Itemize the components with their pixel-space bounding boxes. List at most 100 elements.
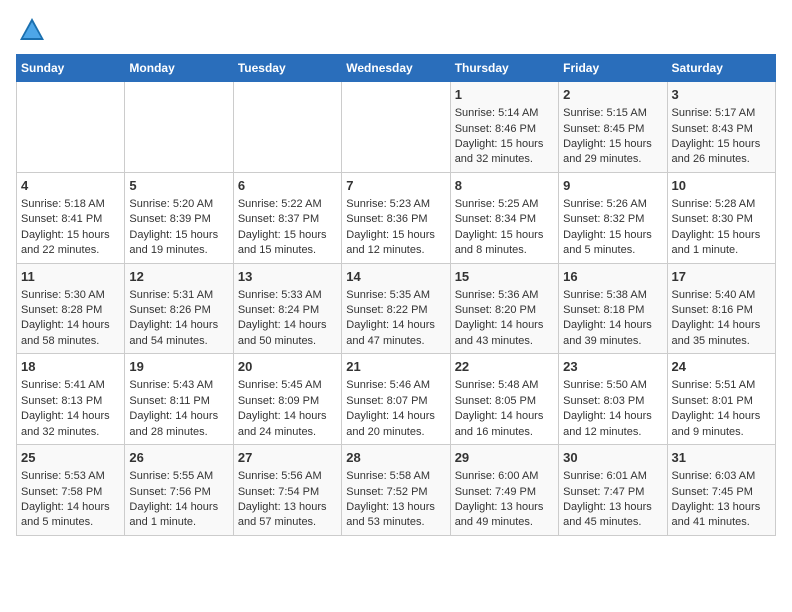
sunset-info: Sunset: 8:09 PM: [238, 394, 337, 409]
daylight-info: Daylight: 15 hours: [563, 228, 662, 243]
daylight-info: and 5 minutes.: [21, 515, 120, 530]
daylight-info: Daylight: 14 hours: [672, 409, 771, 424]
day-number: 22: [455, 358, 554, 376]
sunrise-info: Sunrise: 5:46 AM: [346, 378, 445, 393]
daylight-info: and 35 minutes.: [672, 334, 771, 349]
daylight-info: Daylight: 15 hours: [238, 228, 337, 243]
daylight-info: Daylight: 14 hours: [455, 409, 554, 424]
daylight-info: and 26 minutes.: [672, 152, 771, 167]
daylight-info: and 29 minutes.: [563, 152, 662, 167]
day-number: 14: [346, 268, 445, 286]
calendar-cell: 7Sunrise: 5:23 AMSunset: 8:36 PMDaylight…: [342, 172, 450, 263]
day-number: 23: [563, 358, 662, 376]
day-number: 17: [672, 268, 771, 286]
day-number: 13: [238, 268, 337, 286]
daylight-info: Daylight: 14 hours: [238, 409, 337, 424]
sunset-info: Sunset: 8:43 PM: [672, 122, 771, 137]
day-number: 11: [21, 268, 120, 286]
sunset-info: Sunset: 8:46 PM: [455, 122, 554, 137]
sunrise-info: Sunrise: 5:20 AM: [129, 197, 228, 212]
weekday-header: Friday: [559, 55, 667, 82]
sunrise-info: Sunrise: 5:17 AM: [672, 106, 771, 121]
calendar-cell: 4Sunrise: 5:18 AMSunset: 8:41 PMDaylight…: [17, 172, 125, 263]
daylight-info: Daylight: 14 hours: [672, 318, 771, 333]
daylight-info: Daylight: 14 hours: [21, 500, 120, 515]
calendar-cell: [233, 82, 341, 173]
daylight-info: and 12 minutes.: [346, 243, 445, 258]
daylight-info: and 9 minutes.: [672, 425, 771, 440]
daylight-info: Daylight: 15 hours: [672, 137, 771, 152]
sunrise-info: Sunrise: 5:26 AM: [563, 197, 662, 212]
sunrise-info: Sunrise: 5:56 AM: [238, 469, 337, 484]
daylight-info: Daylight: 14 hours: [346, 318, 445, 333]
sunset-info: Sunset: 8:34 PM: [455, 212, 554, 227]
daylight-info: and 41 minutes.: [672, 515, 771, 530]
sunset-info: Sunset: 8:30 PM: [672, 212, 771, 227]
day-number: 28: [346, 449, 445, 467]
sunrise-info: Sunrise: 6:03 AM: [672, 469, 771, 484]
weekday-header: Saturday: [667, 55, 775, 82]
sunset-info: Sunset: 8:41 PM: [21, 212, 120, 227]
daylight-info: and 28 minutes.: [129, 425, 228, 440]
sunrise-info: Sunrise: 5:25 AM: [455, 197, 554, 212]
daylight-info: Daylight: 14 hours: [563, 409, 662, 424]
day-number: 30: [563, 449, 662, 467]
sunrise-info: Sunrise: 5:43 AM: [129, 378, 228, 393]
sunrise-info: Sunrise: 5:48 AM: [455, 378, 554, 393]
sunrise-info: Sunrise: 5:55 AM: [129, 469, 228, 484]
calendar-cell: 2Sunrise: 5:15 AMSunset: 8:45 PMDaylight…: [559, 82, 667, 173]
daylight-info: Daylight: 14 hours: [346, 409, 445, 424]
daylight-info: Daylight: 15 hours: [346, 228, 445, 243]
daylight-info: Daylight: 15 hours: [21, 228, 120, 243]
sunrise-info: Sunrise: 5:50 AM: [563, 378, 662, 393]
sunrise-info: Sunrise: 5:51 AM: [672, 378, 771, 393]
day-number: 6: [238, 177, 337, 195]
sunrise-info: Sunrise: 5:30 AM: [21, 288, 120, 303]
day-number: 8: [455, 177, 554, 195]
day-number: 1: [455, 86, 554, 104]
sunset-info: Sunset: 8:07 PM: [346, 394, 445, 409]
daylight-info: Daylight: 13 hours: [672, 500, 771, 515]
daylight-info: Daylight: 15 hours: [129, 228, 228, 243]
daylight-info: and 50 minutes.: [238, 334, 337, 349]
sunset-info: Sunset: 8:24 PM: [238, 303, 337, 318]
calendar-cell: 22 Sunrise: 5:48 AMSunset: 8:05 PMDayligh…: [450, 354, 558, 445]
sunset-info: Sunset: 8:39 PM: [129, 212, 228, 227]
sunrise-info: Sunrise: 5:22 AM: [238, 197, 337, 212]
sunset-info: Sunset: 8:28 PM: [21, 303, 120, 318]
day-number: 29: [455, 449, 554, 467]
daylight-info: and 39 minutes.: [563, 334, 662, 349]
sunrise-info: Sunrise: 5:58 AM: [346, 469, 445, 484]
daylight-info: Daylight: 14 hours: [129, 500, 228, 515]
calendar-cell: 10Sunrise: 5:28 AMSunset: 8:30 PMDayligh…: [667, 172, 775, 263]
day-number: 16: [563, 268, 662, 286]
daylight-info: Daylight: 14 hours: [129, 409, 228, 424]
calendar-cell: 15Sunrise: 5:36 AMSunset: 8:20 PMDayligh…: [450, 263, 558, 354]
daylight-info: Daylight: 13 hours: [346, 500, 445, 515]
logo: [16, 16, 46, 44]
daylight-info: and 1 minute.: [672, 243, 771, 258]
daylight-info: and 32 minutes.: [21, 425, 120, 440]
calendar-week-row: 1Sunrise: 5:14 AMSunset: 8:46 PMDaylight…: [17, 82, 776, 173]
daylight-info: and 12 minutes.: [563, 425, 662, 440]
daylight-info: and 49 minutes.: [455, 515, 554, 530]
calendar-cell: 27Sunrise: 5:56 AMSunset: 7:54 PMDayligh…: [233, 445, 341, 536]
daylight-info: and 1 minute.: [129, 515, 228, 530]
sunset-info: Sunset: 8:01 PM: [672, 394, 771, 409]
calendar-cell: 17Sunrise: 5:40 AMSunset: 8:16 PMDayligh…: [667, 263, 775, 354]
sunset-info: Sunset: 7:45 PM: [672, 485, 771, 500]
sunset-info: Sunset: 8:05 PM: [455, 394, 554, 409]
sunset-info: Sunset: 7:52 PM: [346, 485, 445, 500]
daylight-info: and 19 minutes.: [129, 243, 228, 258]
sunrise-info: Sunrise: 5:31 AM: [129, 288, 228, 303]
sunrise-info: Sunrise: 5:45 AM: [238, 378, 337, 393]
daylight-info: and 5 minutes.: [563, 243, 662, 258]
day-number: 9: [563, 177, 662, 195]
calendar-week-row: 4Sunrise: 5:18 AMSunset: 8:41 PMDaylight…: [17, 172, 776, 263]
day-number: 27: [238, 449, 337, 467]
sunrise-info: Sunrise: 6:00 AM: [455, 469, 554, 484]
calendar-week-row: 11 Sunrise: 5:30 AMSunset: 8:28 PM Dayligh…: [17, 263, 776, 354]
daylight-info: and 8 minutes.: [455, 243, 554, 258]
day-number: 31: [672, 449, 771, 467]
daylight-info: Daylight: 14 hours: [21, 409, 120, 424]
